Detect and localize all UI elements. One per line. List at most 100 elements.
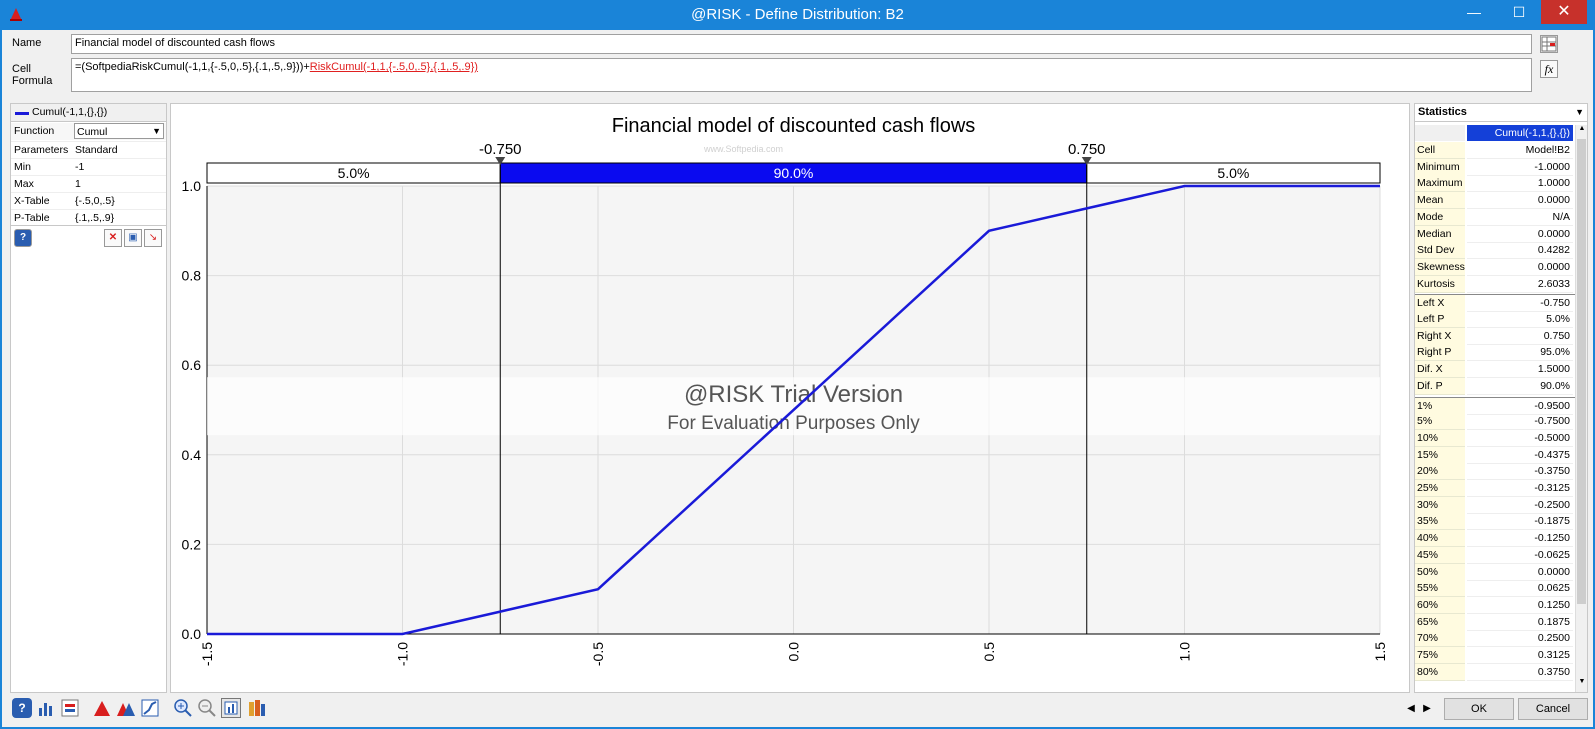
cell-formula-field[interactable]: =(SoftpediaRiskCumul(-1,1,{-.5,0,.5},{.1…	[71, 58, 1532, 92]
stat-label: Mode	[1415, 208, 1465, 226]
stat-label: 50%	[1415, 563, 1465, 581]
close-button[interactable]: ✕	[1541, 0, 1587, 24]
stat-value: 0.2500	[1467, 630, 1573, 648]
delete-icon[interactable]: ✕	[104, 229, 122, 247]
bar-chart-icon[interactable]	[36, 698, 56, 718]
cumulative-icon[interactable]	[140, 698, 160, 718]
stat-row: 5% -0.7500	[1415, 413, 1575, 431]
stat-label: Right P	[1415, 344, 1465, 362]
stat-row: Skewness 0.0000	[1415, 258, 1575, 276]
stat-row: 25% -0.3125	[1415, 480, 1575, 497]
chart-area: Financial model of discounted cash flows…	[170, 103, 1410, 693]
param-value[interactable]: Standard	[75, 142, 118, 158]
statistics-scrollbar[interactable]: ▲ ▼	[1575, 125, 1587, 692]
stat-label: 5%	[1415, 413, 1465, 431]
stat-row: Left P 5.0%	[1415, 311, 1575, 328]
y-tick-label: 0.6	[182, 357, 202, 373]
maximize-button[interactable]: ☐	[1497, 0, 1541, 24]
stat-row: Dif. P 90.0%	[1415, 377, 1575, 395]
stat-row: Right P 95.0%	[1415, 344, 1575, 362]
stat-row: 35% -0.1875	[1415, 513, 1575, 531]
name-field[interactable]: Financial model of discounted cash flows	[71, 34, 1532, 54]
zoom-out-icon[interactable]	[197, 698, 217, 718]
overlay-icon[interactable]	[116, 698, 136, 718]
scroll-thumb[interactable]	[1577, 139, 1586, 604]
cell-formula-label-2: Formula	[12, 75, 53, 87]
param-row[interactable]: P-Table {.1,.5,.9}	[11, 209, 166, 226]
scroll-up-icon[interactable]: ▲	[1577, 125, 1587, 137]
param-row[interactable]: X-Table {-.5,0,.5}	[11, 192, 166, 209]
stat-row: 30% -0.2500	[1415, 496, 1575, 514]
stat-row: Maximum 1.0000	[1415, 175, 1575, 193]
stat-row: Mode N/A	[1415, 208, 1575, 226]
param-label: X-Table	[14, 195, 50, 207]
stat-row: Median 0.0000	[1415, 225, 1575, 243]
distribution-chart[interactable]: Financial model of discounted cash flows…	[171, 104, 1409, 692]
param-row[interactable]: Min -1	[11, 158, 166, 175]
reset-icon[interactable]: ↘	[144, 229, 162, 247]
stat-row: 15% -0.4375	[1415, 446, 1575, 464]
param-value[interactable]: {.1,.5,.9}	[75, 210, 114, 226]
param-value[interactable]: -1	[75, 159, 84, 175]
chevron-down-icon: ▼	[152, 126, 161, 136]
stat-label: Mean	[1415, 192, 1465, 210]
summary-graph-icon[interactable]	[60, 698, 80, 718]
chevron-down-icon: ▼	[1575, 107, 1584, 117]
param-value[interactable]: {-.5,0,.5}	[75, 193, 115, 209]
stat-value: -0.1250	[1467, 530, 1573, 548]
param-value[interactable]: 1	[75, 176, 81, 192]
name-grid-icon[interactable]	[1540, 35, 1558, 53]
x-tick-label: 1.5	[1372, 642, 1388, 662]
bottom-toolbar: ?	[10, 697, 1410, 721]
x-tick-label: -1.5	[199, 642, 215, 666]
function-label: Function	[14, 125, 55, 137]
stat-label: 15%	[1415, 446, 1465, 464]
export-icon[interactable]	[247, 698, 267, 718]
y-tick-label: 1.0	[182, 178, 202, 194]
density-icon[interactable]	[92, 698, 112, 718]
stat-row: 20% -0.3750	[1415, 463, 1575, 481]
stat-value: 0.0000	[1467, 226, 1573, 243]
stat-value: -0.750	[1467, 295, 1573, 313]
stat-value: 5.0%	[1467, 311, 1573, 328]
stat-value: 0.1875	[1467, 614, 1573, 631]
function-fx-icon[interactable]: fx	[1540, 60, 1558, 78]
stat-label: Kurtosis	[1415, 275, 1465, 293]
x-tick-label: 0.0	[786, 642, 802, 662]
statistics-dropdown[interactable]: Statistics ▼	[1415, 104, 1587, 122]
band-left-label: 5.0%	[338, 165, 370, 181]
stat-value: 2.6033	[1467, 276, 1573, 293]
help-icon[interactable]: ?	[14, 229, 32, 247]
ok-button[interactable]: OK	[1444, 698, 1514, 720]
function-row: Function Cumul ▼	[11, 123, 166, 140]
display-icon[interactable]: ▣	[124, 229, 142, 247]
nav-right-icon[interactable]: ▶	[1420, 699, 1434, 719]
stat-row: 1% -0.9500	[1415, 396, 1575, 415]
formula-link[interactable]: RiskCumul(-1,1,{-.5,0,.5},{.1,.5,.9})	[310, 61, 478, 73]
stat-row: Mean 0.0000	[1415, 192, 1575, 210]
stat-row: 50% 0.0000	[1415, 563, 1575, 581]
scroll-down-icon[interactable]: ▼	[1577, 678, 1587, 690]
stat-label: 25%	[1415, 480, 1465, 497]
stat-row: 40% -0.1250	[1415, 530, 1575, 548]
stat-value: -0.7500	[1467, 413, 1573, 431]
distribution-parameters-panel: Cumul(-1,1,{},{}) Function Cumul ▼ ? ✕ ▣…	[10, 103, 167, 693]
statistics-header: Statistics	[1418, 106, 1467, 118]
x-tick-label: -1.0	[395, 642, 411, 666]
graph-options-icon[interactable]	[221, 698, 241, 718]
nav-left-icon[interactable]: ◀	[1404, 699, 1418, 719]
stat-row: 10% -0.5000	[1415, 429, 1575, 447]
stat-value: 95.0%	[1467, 344, 1573, 362]
zoom-in-icon[interactable]	[173, 698, 193, 718]
help-icon[interactable]: ?	[12, 698, 32, 718]
minimize-button[interactable]: —	[1451, 0, 1497, 24]
legend-row: Cumul(-1,1,{},{})	[11, 104, 166, 122]
param-row[interactable]: Parameters Standard	[11, 141, 166, 158]
stat-label: Skewness	[1415, 258, 1465, 276]
function-select[interactable]: Cumul ▼	[74, 123, 164, 139]
stat-label: 65%	[1415, 613, 1465, 631]
param-row[interactable]: Max 1	[11, 175, 166, 192]
y-tick-label: 0.0	[182, 626, 202, 642]
cancel-button[interactable]: Cancel	[1518, 698, 1588, 720]
stat-label: Maximum	[1415, 175, 1465, 193]
